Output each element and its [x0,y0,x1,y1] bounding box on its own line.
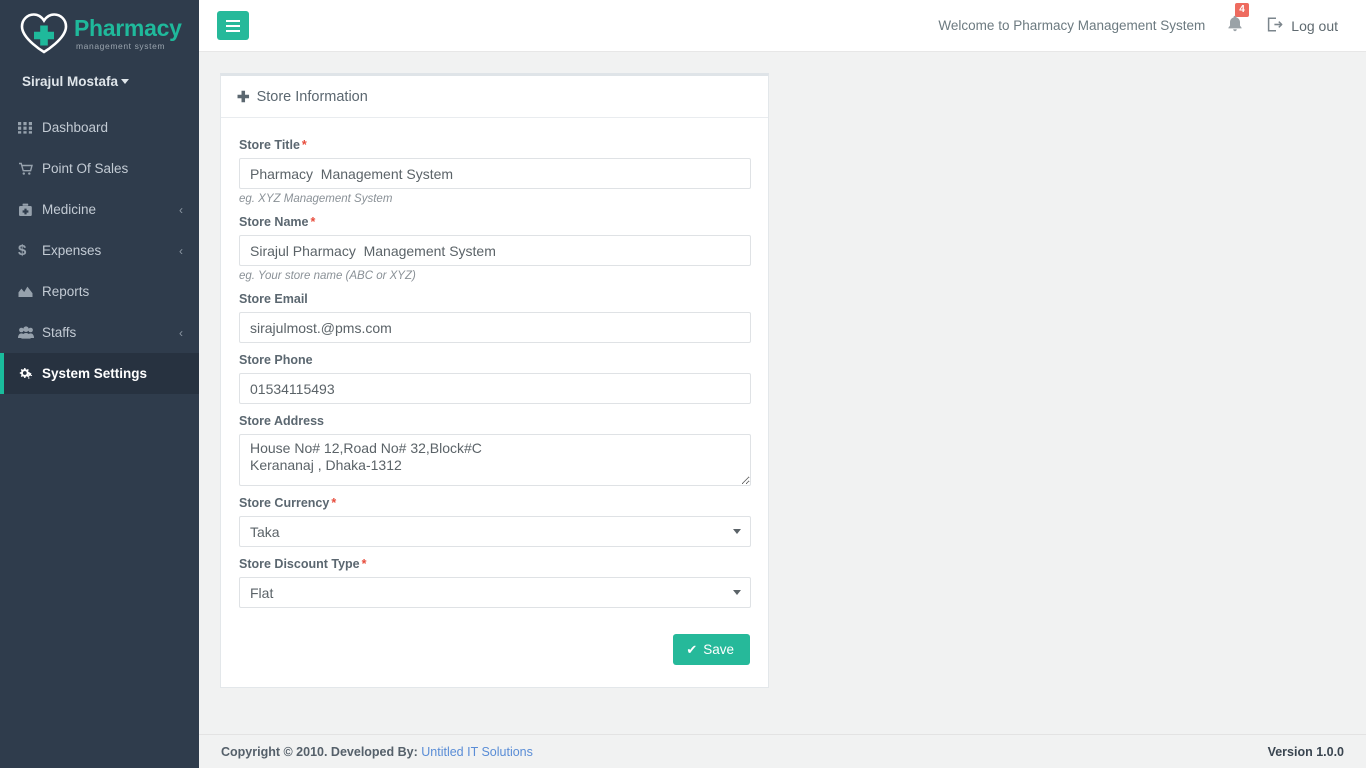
sidebar-item-staffs[interactable]: Staffs ‹ [0,312,199,353]
plus-icon: ✚ [237,88,250,106]
label-text: Store Currency [239,496,330,510]
area-chart-icon [18,285,42,298]
label-store-phone: Store Phone [239,353,313,367]
grid-icon [18,121,42,135]
users-icon [18,326,42,339]
store-currency-select[interactable]: Taka [239,516,751,547]
label-text: Store Name [239,215,309,229]
required-marker: * [310,215,316,229]
sidebar-item-label: System Settings [42,366,148,381]
footer-copyright-text: Copyright © 2010. Developed By: [221,744,418,759]
store-phone-input[interactable] [239,373,751,404]
label-text: Store Title [239,138,300,152]
sidebar-item-arrow: ‹ [179,202,183,217]
caret-down-icon [121,79,130,84]
sidebar-item-label: Dashboard [42,120,109,135]
logout-label: Log out [1291,17,1338,34]
sidebar-item-medicine[interactable]: Medicine ‹ [0,189,199,230]
sidebar: Pharmacy management system Sirajul Mosta… [0,0,199,768]
label-store-title: Store Title * [239,138,750,152]
panel-title: Store Information [256,88,368,105]
brand-logo[interactable]: Pharmacy management system [0,0,199,68]
required-marker: * [331,496,337,510]
sidebar-item-arrow: ‹ [179,325,183,340]
hamburger-bar [226,19,240,22]
bell-icon [1227,15,1243,36]
sidebar-user-menu[interactable]: Sirajul Mostafa [0,68,199,103]
sidebar-item-system-settings[interactable]: System Settings [0,353,199,394]
required-marker: * [301,138,307,152]
store-address-textarea[interactable]: House No# 12,Road No# 32,Block#C Keranan… [239,434,751,486]
brand-subtitle: management system [76,41,166,52]
field-store-name: Store Name* eg. Your store name (ABC or … [239,215,751,282]
heart-cross-icon [18,11,70,57]
store-currency-select-wrap: Taka [239,516,751,547]
brand-text: Pharmacy management system [74,17,182,51]
sidebar-user-name: Sirajul Mostafa [22,74,119,89]
footer-developer-link[interactable]: Untitled IT Solutions [421,745,533,759]
store-settings-form: Store Title* eg. XYZ Management System S… [239,138,751,665]
form-actions: ✔ Save [239,634,750,665]
footer-version: Version 1.0.0 [1267,744,1344,759]
field-store-address: Store Address House No# 12,Road No# 32,B… [239,414,751,486]
save-button-label: Save [703,642,734,657]
save-button[interactable]: ✔ Save [673,634,750,665]
dollar-icon: $ [18,242,27,259]
field-store-discount-type: Store Discount Type * Flat [239,557,751,608]
sidebar-item-label: Medicine [42,202,97,217]
cart-icon [18,162,42,176]
store-information-panel: ✚ Store Information Store Title* eg. XYZ… [220,73,769,688]
sidebar-item-label: Expenses [42,243,102,258]
notification-badge: 4 [1235,2,1249,17]
store-discount-type-select[interactable]: Flat [239,577,751,608]
app-root: Pharmacy management system Sirajul Mosta… [0,0,1366,768]
required-marker: * [361,557,367,571]
field-store-email: Store Email [239,292,751,343]
footer: Copyright © 2010. Developed By: Untitled… [199,734,1366,768]
label-text: Store Discount Type [239,557,360,571]
label-store-address: Store Address [239,414,324,428]
sidebar-item-expenses[interactable]: $ Expenses ‹ [0,230,199,271]
sidebar-item-arrow: ‹ [179,243,183,258]
brand-title: Pharmacy [74,15,182,42]
logout-button[interactable]: Log out [1267,16,1338,35]
store-name-input[interactable] [239,235,751,266]
store-discount-type-select-wrap: Flat [239,577,751,608]
panel-header: ✚ Store Information [221,76,768,118]
store-title-input[interactable] [239,158,751,189]
label-store-discount-type: Store Discount Type * [239,557,750,571]
store-email-input[interactable] [239,312,751,343]
field-store-phone: Store Phone [239,353,751,404]
sidebar-item-point-of-sales[interactable]: Point Of Sales [0,148,199,189]
footer-copyright: Copyright © 2010. Developed By: Untitled… [221,745,533,759]
content-area: ✚ Store Information Store Title* eg. XYZ… [199,52,1366,734]
hamburger-bar [226,29,240,32]
top-bar-right: Welcome to Pharmacy Management System 4 [938,2,1338,37]
sidebar-nav: Dashboard Point Of Sales Medicine ‹ $ Ex… [0,107,199,394]
label-store-name: Store Name * [239,215,750,229]
help-store-title: eg. XYZ Management System [239,193,393,205]
label-store-email: Store Email [239,292,308,306]
notifications-button[interactable]: 4 [1227,2,1249,37]
sidebar-item-dashboard[interactable]: Dashboard [0,107,199,148]
field-store-title: Store Title* eg. XYZ Management System [239,138,751,205]
help-store-name: eg. Your store name (ABC or XYZ) [239,270,416,282]
field-store-currency: Store Currency * Taka [239,496,751,547]
hamburger-icon[interactable] [217,11,249,40]
medkit-icon [18,203,42,217]
welcome-message: Welcome to Pharmacy Management System [938,18,1206,33]
panel-body: Store Title* eg. XYZ Management System S… [221,118,768,687]
check-icon: ✔ [686,642,698,657]
sign-out-icon [1267,16,1283,35]
sidebar-item-label: Staffs [42,325,77,340]
top-bar: Welcome to Pharmacy Management System 4 [199,0,1366,52]
sidebar-item-label: Reports [42,284,90,299]
sidebar-item-label: Point Of Sales [42,161,129,176]
cogs-icon [18,367,42,381]
sidebar-item-reports[interactable]: Reports [0,271,199,312]
hamburger-bar [226,24,240,27]
label-store-currency: Store Currency * [239,496,750,510]
